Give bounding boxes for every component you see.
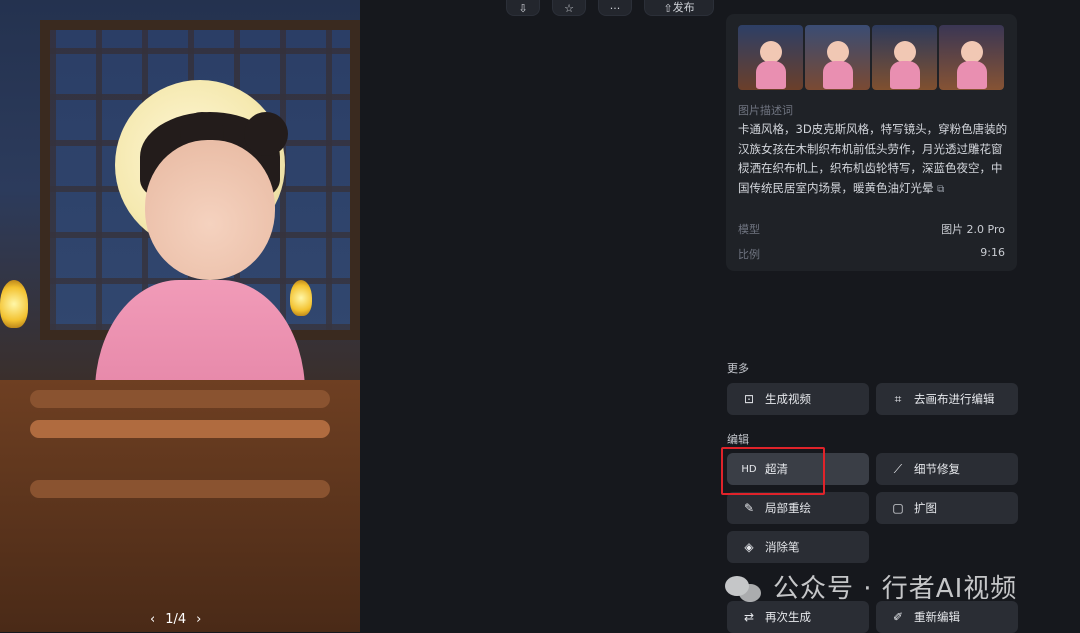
regenerate-icon: ⇄: [743, 610, 755, 624]
expand-icon: ▢: [892, 501, 904, 515]
edit-icon: ✐: [892, 610, 904, 624]
reedit-button[interactable]: ✐ 重新编辑: [876, 601, 1018, 633]
lantern-left: [0, 280, 28, 328]
prompt-text: 卡通风格，3D皮克斯风格，特写镜头，穿粉色唐装的汉族女孩在木制织布机前低头劳作，…: [738, 122, 1008, 195]
upload-icon: ⇧: [663, 2, 673, 15]
image-detail-card: 图片描述词 卡通风格，3D皮克斯风格，特写镜头，穿粉色唐装的汉族女孩在木制织布机…: [726, 14, 1017, 271]
model-row: 模型 图片 2.0 Pro: [738, 221, 1005, 237]
download-button[interactable]: ⇩: [506, 0, 540, 16]
regenerate-button[interactable]: ⇄ 再次生成: [727, 601, 869, 633]
watermark-text: 公众号 · 行者AI视频: [773, 574, 1018, 604]
model-value: 图片 2.0 Pro: [941, 223, 1005, 236]
canvas-icon: ⌗: [894, 391, 902, 406]
thumbnail-2[interactable]: [805, 25, 870, 90]
magic-wand-icon: ⟋: [893, 461, 903, 476]
outpaint-button[interactable]: ▢ 扩图: [876, 492, 1018, 524]
wechat-logo-icon: [725, 572, 765, 602]
canvas-edit-button[interactable]: ⌗ 去画布进行编辑: [876, 383, 1018, 415]
generate-video-button[interactable]: ⊡ 生成视频: [727, 383, 869, 415]
girl-face: [145, 140, 275, 280]
eraser-icon: ◈: [744, 540, 754, 554]
pager-text: 1/4: [165, 612, 187, 627]
favorite-button[interactable]: ☆: [552, 0, 586, 16]
ratio-value: 9:16: [980, 246, 1005, 259]
brush-icon: ✎: [743, 501, 755, 515]
edit-section-title: 编辑: [727, 433, 749, 446]
star-icon: ☆: [564, 2, 574, 15]
publish-button[interactable]: ⇧ 发布: [644, 0, 714, 16]
publish-label: 发布: [672, 1, 695, 14]
download-icon: ⇩: [518, 2, 528, 15]
prompt-label: 图片描述词: [738, 104, 793, 117]
image-toolbar: ⇩ ☆ ··· ⇧ 发布: [506, 0, 714, 16]
eraser-button[interactable]: ◈ 消除笔: [727, 531, 869, 563]
image-pager: ‹ 1/4 ›: [150, 612, 201, 627]
lantern-right: [290, 280, 312, 316]
more-button[interactable]: ···: [598, 0, 632, 16]
inpaint-button[interactable]: ✎ 局部重绘: [727, 492, 869, 524]
chevron-right-icon[interactable]: ›: [196, 612, 201, 627]
thumbnail-1[interactable]: [738, 25, 803, 90]
copy-icon[interactable]: ⧉: [937, 184, 944, 195]
generated-image[interactable]: ‹ 1/4 ›: [0, 0, 360, 632]
thumbnail-3[interactable]: [872, 25, 937, 90]
loom: [0, 380, 360, 632]
watermark: 公众号 · 行者AI视频: [725, 568, 1017, 605]
video-icon: ⊡: [743, 392, 755, 406]
model-label: 模型: [738, 223, 760, 236]
more-icon: ···: [609, 2, 621, 15]
chevron-left-icon[interactable]: ‹: [150, 612, 155, 627]
detail-repair-button[interactable]: ⟋ 细节修复: [876, 453, 1018, 485]
highlight-box: [721, 447, 825, 495]
ratio-row: 比例 9:16: [738, 246, 1005, 262]
more-section-title: 更多: [727, 362, 749, 375]
thumbnail-strip: [738, 25, 1004, 90]
thumbnail-4[interactable]: [939, 25, 1004, 90]
ratio-label: 比例: [738, 248, 760, 261]
